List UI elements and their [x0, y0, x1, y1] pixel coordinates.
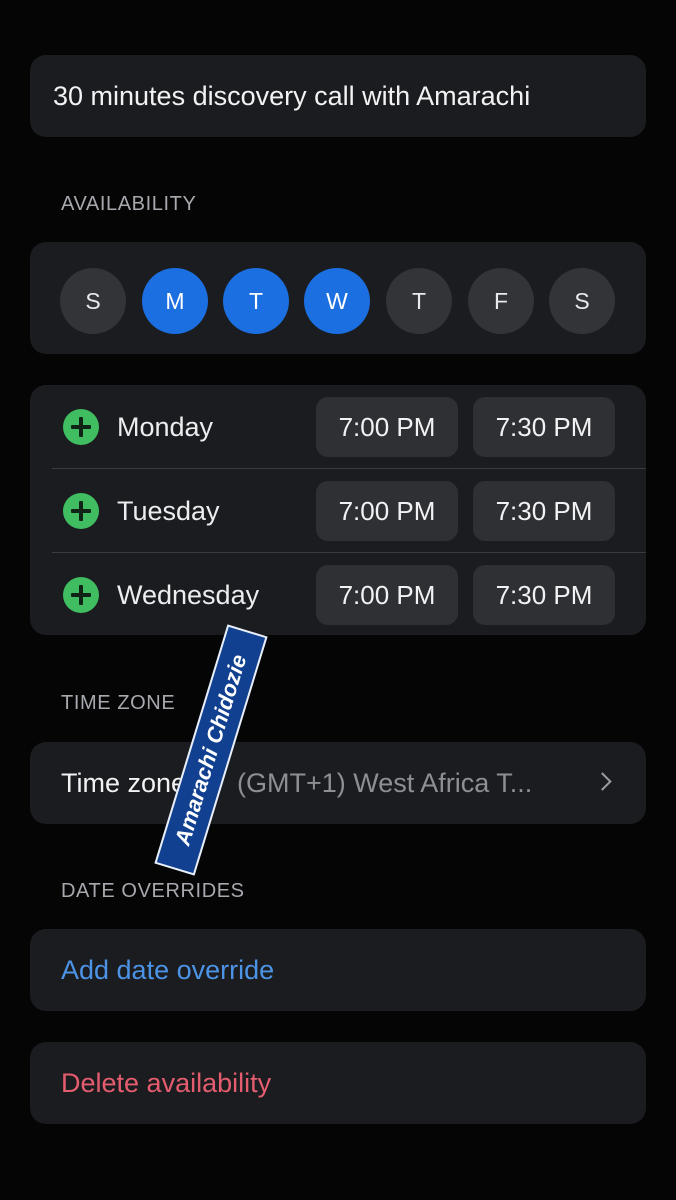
day-label: Tuesday [117, 496, 220, 526]
plus-circle-icon[interactable] [63, 493, 99, 529]
time-zone-label: Time zone [61, 768, 187, 798]
header-cutoff [300, 0, 460, 6]
hours-list: Monday 7:00 PM 7:30 PM Tuesday 7:00 PM 7… [30, 385, 646, 635]
delete-availability-row[interactable]: Delete availability [30, 1042, 646, 1124]
plus-circle-icon[interactable] [63, 577, 99, 613]
end-time-picker[interactable]: 7:30 PM [473, 565, 615, 625]
time-zone-value: (GMT+1) West Africa T... [237, 768, 533, 798]
day-toggle-wednesday[interactable]: W [304, 268, 370, 334]
plus-circle-icon[interactable] [63, 409, 99, 445]
delete-availability-button[interactable]: Delete availability [61, 1042, 271, 1124]
event-title: 30 minutes discovery call with Amarachi [53, 81, 531, 111]
day-toggle-tuesday[interactable]: T [223, 268, 289, 334]
hours-row-wednesday: Wednesday 7:00 PM 7:30 PM [30, 553, 646, 637]
end-time-picker[interactable]: 7:30 PM [473, 481, 615, 541]
add-date-override-row[interactable]: Add date override [30, 929, 646, 1011]
date-overrides-section-label: DATE OVERRIDES [61, 880, 245, 902]
day-label: Wednesday [117, 580, 260, 610]
start-time-picker[interactable]: 7:00 PM [316, 481, 458, 541]
weekday-selector: S M T W T F S [30, 242, 646, 354]
time-zone-row[interactable]: Time zone (GMT+1) West Africa T... [30, 742, 646, 824]
event-title-card[interactable]: 30 minutes discovery call with Amarachi [30, 55, 646, 137]
day-toggle-thursday[interactable]: T [386, 268, 452, 334]
start-time-picker[interactable]: 7:00 PM [316, 397, 458, 457]
add-date-override-link[interactable]: Add date override [61, 929, 274, 1011]
availability-section-label: AVAILABILITY [61, 193, 197, 215]
hours-row-monday: Monday 7:00 PM 7:30 PM [30, 385, 646, 469]
day-toggle-sunday[interactable]: S [60, 268, 126, 334]
end-time-picker[interactable]: 7:30 PM [473, 397, 615, 457]
time-zone-section-label: TIME ZONE [61, 692, 176, 714]
day-toggle-friday[interactable]: F [468, 268, 534, 334]
day-label: Monday [117, 412, 214, 442]
day-toggle-monday[interactable]: M [142, 268, 208, 334]
start-time-picker[interactable]: 7:00 PM [316, 565, 458, 625]
day-toggle-saturday[interactable]: S [549, 268, 615, 334]
hours-row-tuesday: Tuesday 7:00 PM 7:30 PM [30, 469, 646, 553]
chevron-right-icon [593, 772, 612, 791]
